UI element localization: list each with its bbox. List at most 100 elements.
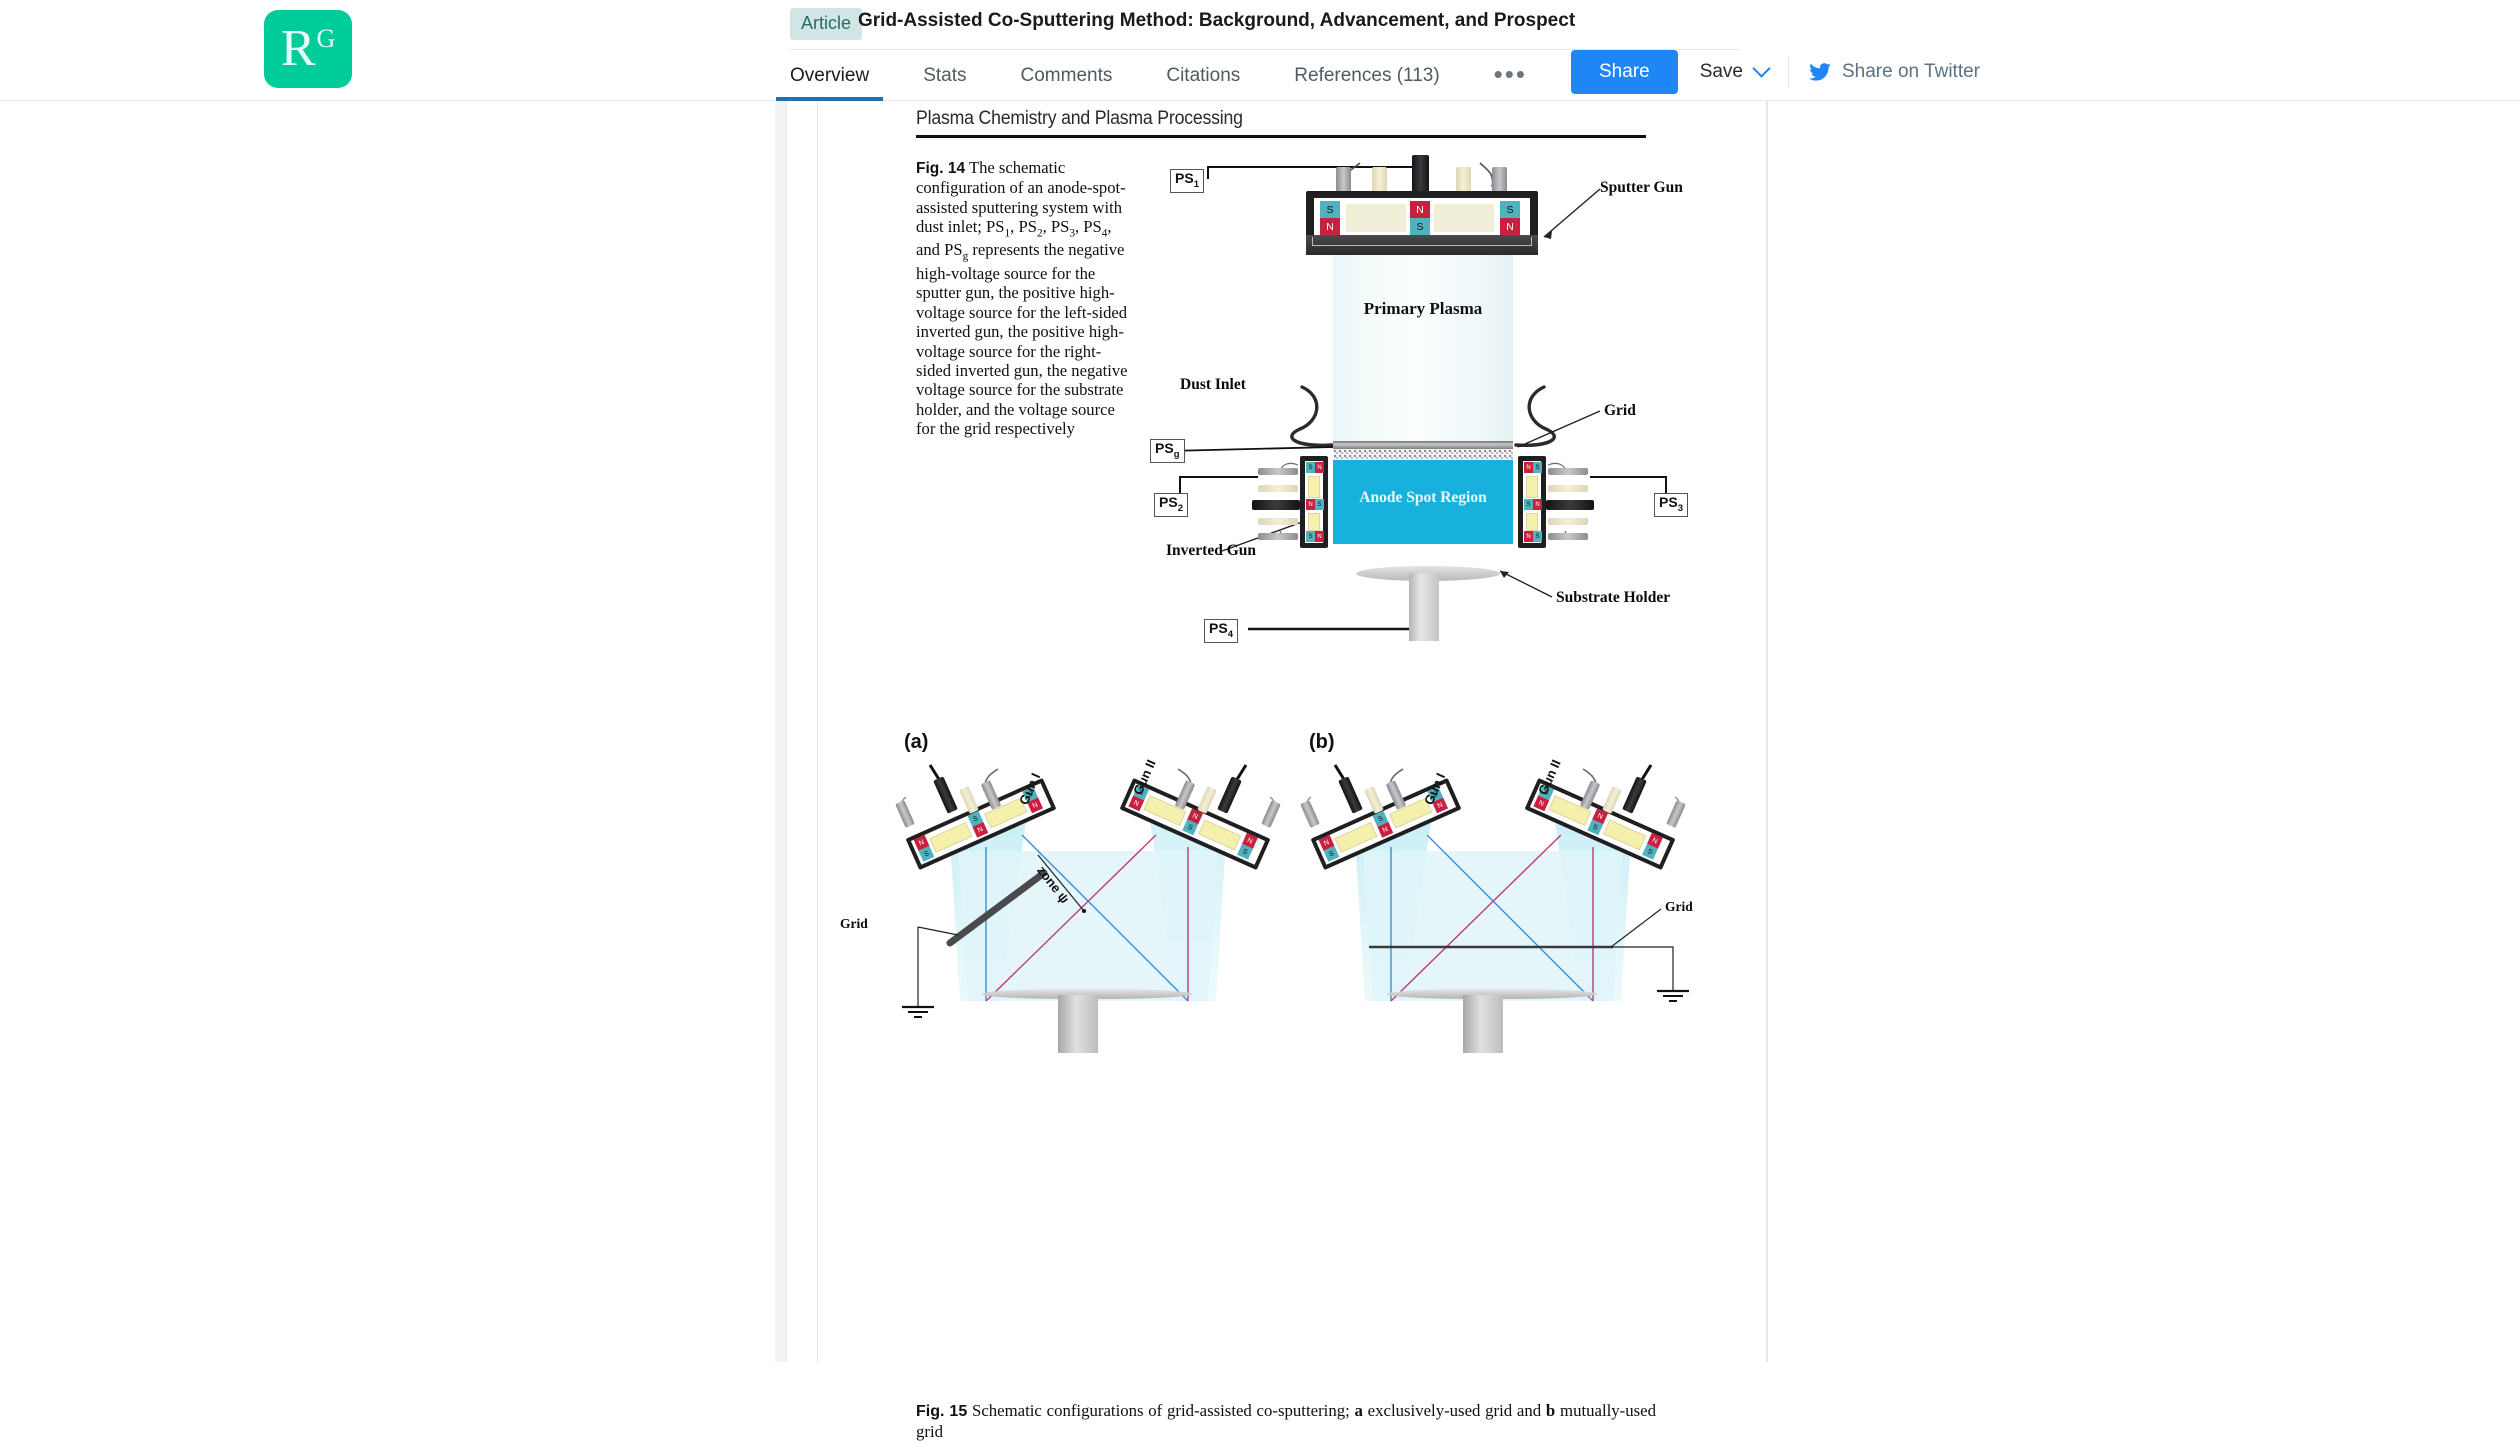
- substrate-holder-label: Substrate Holder: [1556, 589, 1671, 606]
- viewer-gutter: [775, 101, 786, 1362]
- article-tabs: Overview Stats Comments Citations Refere…: [775, 50, 1980, 101]
- inverted-gun-right: N S S N N S: [1518, 456, 1546, 548]
- figure-15-label: Fig. 15: [916, 1403, 968, 1420]
- inv-right-magnet-n-bot: N: [1524, 531, 1533, 542]
- substrate-holder-stem: [1409, 573, 1439, 641]
- page-title: Grid-Assisted Co-Sputtering Method: Back…: [858, 10, 1576, 31]
- inv-right-coil-bottom: [1526, 513, 1538, 531]
- tab-stats[interactable]: Stats: [923, 65, 966, 101]
- panel-a-substrate-stem: [1058, 995, 1098, 1053]
- inv-right-rod-cream-2: [1548, 518, 1588, 525]
- inv-right-rod-grey-1: [1548, 468, 1588, 475]
- save-dropdown[interactable]: Save: [1700, 58, 1771, 83]
- researchgate-logo[interactable]: R G: [264, 10, 352, 88]
- page-shadow-edge: [786, 101, 787, 1362]
- inv-left-coil-top: [1308, 476, 1320, 498]
- tab-citations[interactable]: Citations: [1166, 65, 1240, 101]
- power-supply-ps4: PS4: [1204, 619, 1238, 644]
- share-on-twitter-button[interactable]: Share on Twitter: [1809, 61, 1980, 83]
- grid-mesh: [1333, 449, 1513, 460]
- inv-left-coil-bottom: [1308, 513, 1320, 531]
- running-head: Plasma Chemistry and Plasma Processing: [916, 108, 1243, 129]
- cap14-p10: represents the negative high-voltage sou…: [916, 240, 1128, 439]
- cap15-lead: Schematic configurations of grid-assiste…: [971, 1401, 1350, 1420]
- cap14-p2: , PS: [1010, 216, 1037, 236]
- app-header: R G Article Grid-Assisted Co-Sputtering …: [0, 0, 2520, 101]
- inv-left-rod-grey-1: [1258, 468, 1298, 475]
- primary-plasma-column: [1333, 237, 1513, 443]
- inv-left-magnet-s-mid: S: [1315, 499, 1324, 510]
- power-supply-ps2: PS2: [1154, 493, 1188, 518]
- figure-15-panel-a: (a) S N N S S N Gun I N S S N N S Gun II…: [840, 731, 1288, 1381]
- power-supply-psg: PSg: [1150, 439, 1185, 464]
- figure-14-caption: Fig. 14 The schematic configuration of a…: [916, 158, 1134, 439]
- inv-right-rod-cream-1: [1548, 485, 1588, 492]
- inv-left-rod-cream-2: [1258, 518, 1298, 525]
- panel-a-grid-label: Grid: [840, 916, 868, 931]
- inv-left-magnet-n-bot: N: [1315, 531, 1324, 542]
- gun-coil-right: [1434, 204, 1494, 232]
- twitter-label: Share on Twitter: [1842, 61, 1981, 82]
- figure-15-caption: Fig. 15 Schematic configurations of grid…: [916, 1401, 1656, 1443]
- inv-left-magnet-n-mid: N: [1306, 499, 1315, 510]
- gun-rod-grey-left: [1336, 167, 1351, 193]
- inv-right-magnet-s-bot: S: [1533, 531, 1542, 542]
- cap14-p6: , PS: [1074, 216, 1102, 236]
- primary-plasma-label: Primary Plasma: [1363, 299, 1483, 318]
- cap15-a-tag: a: [1354, 1401, 1363, 1420]
- magnet-s-left: S: [1320, 201, 1340, 218]
- logo-superscript: G: [316, 24, 336, 53]
- gun-rod-cream-right: [1456, 167, 1471, 193]
- tab-overview[interactable]: Overview: [775, 65, 884, 101]
- gun-coil-left: [1346, 204, 1406, 232]
- chevron-down-icon: [1752, 58, 1771, 78]
- inv-left-magnet-s-top: S: [1306, 462, 1315, 473]
- more-options-icon[interactable]: •••: [1494, 59, 1527, 90]
- panel-b-substrate-stem: [1463, 995, 1503, 1053]
- toolbar-divider: [1788, 57, 1789, 87]
- figure-15-panel-b: (b) S N N S S N Gun I N S S N N S Gun II…: [1293, 731, 1693, 1381]
- page-right-edge: [1767, 101, 1768, 1362]
- sputter-gun-base-lip: [1312, 237, 1532, 246]
- inv-left-rod-grey-2: [1258, 533, 1298, 540]
- inv-right-rod-black: [1546, 500, 1594, 510]
- cap15-a-text: exclusively-used grid and: [1367, 1401, 1542, 1420]
- share-button[interactable]: Share: [1570, 50, 1678, 94]
- inv-left-magnet-n-top: N: [1315, 462, 1324, 473]
- magnet-s-center: S: [1410, 218, 1430, 235]
- tab-comments[interactable]: Comments: [1021, 65, 1113, 101]
- inv-right-magnet-s-mid: S: [1524, 499, 1533, 510]
- sputter-gun-label: Sputter Gun: [1600, 179, 1683, 196]
- panel-b-plasma: [1305, 764, 1689, 1002]
- figure-14-artwork: Primary Plasma S N N S S N PS1 Sputter G…: [1148, 129, 1748, 719]
- power-supply-ps1: PS1: [1170, 169, 1204, 194]
- cap14-p4: , PS: [1042, 216, 1070, 236]
- inverted-gun-label: Inverted Gun: [1166, 542, 1256, 559]
- pdf-viewer[interactable]: Plasma Chemistry and Plasma Processing F…: [0, 101, 2520, 1441]
- inv-left-rod-cream-1: [1258, 485, 1298, 492]
- twitter-icon: [1809, 63, 1831, 81]
- inv-left-rod-black: [1252, 500, 1300, 510]
- figure-15-artwork: (a) S N N S S N Gun I N S S N N S Gun II…: [840, 731, 1708, 1381]
- grid-bar: [1333, 441, 1513, 449]
- cap15-b-tag: b: [1545, 1401, 1556, 1420]
- grid-label: Grid: [1604, 402, 1636, 419]
- tab-references[interactable]: References (113): [1294, 65, 1439, 101]
- panel-a-plasma: [900, 764, 1276, 1018]
- anode-spot-region-label: Anode Spot Region: [1359, 489, 1487, 506]
- inv-right-coil-top: [1526, 476, 1538, 498]
- magnet-n-left: N: [1320, 218, 1340, 235]
- inv-left-magnet-s-bot: S: [1306, 531, 1315, 542]
- article-type-badge: Article: [790, 8, 863, 40]
- dust-inlet-label: Dust Inlet: [1180, 376, 1246, 393]
- inv-right-magnet-n-mid: N: [1533, 499, 1542, 510]
- gun-rod-cream-left: [1372, 167, 1387, 193]
- inverted-gun-left: S N N S S N: [1300, 456, 1328, 548]
- gun-rod-black-center: [1412, 155, 1429, 193]
- logo-letter: R: [280, 20, 316, 77]
- magnet-s-right: S: [1500, 201, 1520, 218]
- pdf-page: Plasma Chemistry and Plasma Processing F…: [817, 101, 1767, 1441]
- magnet-n-right: N: [1500, 218, 1520, 235]
- magnet-n-center: N: [1410, 201, 1430, 218]
- inv-right-magnet-s-top: S: [1533, 462, 1542, 473]
